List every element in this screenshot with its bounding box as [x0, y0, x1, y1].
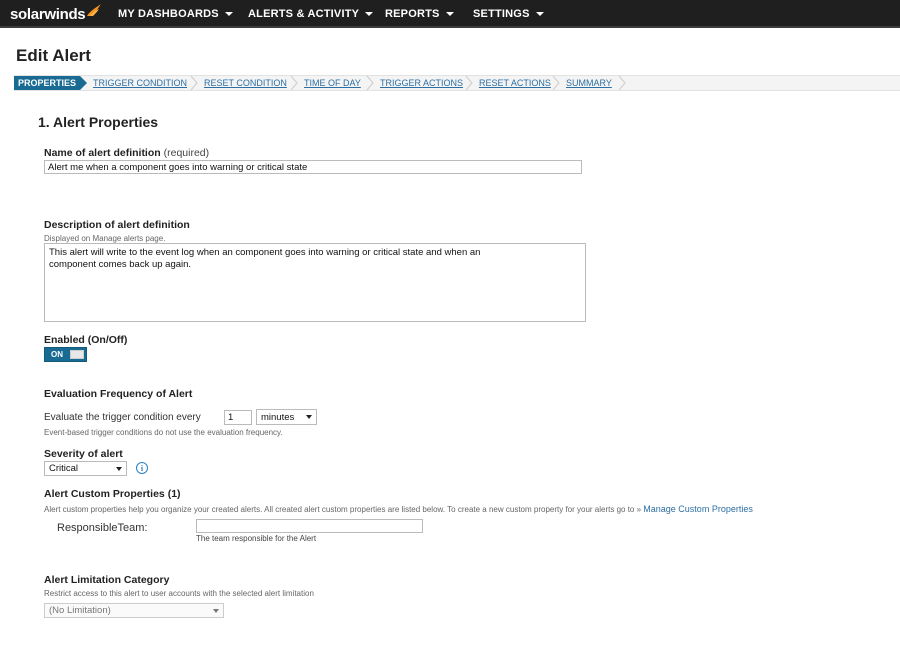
nav-reports[interactable]: REPORTS — [385, 0, 454, 28]
enabled-label: Enabled (On/Off) — [44, 334, 128, 346]
name-label-text: Name of alert definition — [44, 147, 161, 159]
severity-value: Critical — [49, 463, 79, 474]
custom-properties-hint: Alert custom properties help you organiz… — [44, 504, 753, 514]
evaluation-unit-select[interactable]: minutes — [256, 409, 317, 425]
limitation-label: Alert Limitation Category — [44, 574, 170, 586]
chevron-down-icon — [445, 12, 454, 16]
step-separator-icon — [366, 76, 374, 90]
custom-properties-hint-text: Alert custom properties help you organiz… — [44, 505, 642, 514]
step-separator-icon — [552, 76, 560, 90]
alert-name-input[interactable]: Alert me when a component goes into warn… — [44, 160, 582, 174]
evaluation-prefix: Evaluate the trigger condition every — [44, 412, 201, 423]
info-icon[interactable]: i — [136, 462, 148, 474]
evaluation-unit-value: minutes — [261, 411, 295, 423]
toggle-knob — [70, 350, 84, 359]
step-time-of-day[interactable]: TIME OF DAY — [304, 76, 361, 90]
step-separator-icon — [190, 76, 198, 90]
chevron-down-icon — [365, 12, 374, 16]
nav-label: SETTINGS — [473, 8, 530, 20]
chevron-down-icon — [535, 12, 544, 16]
description-hint: Displayed on Manage alerts page. — [44, 234, 166, 243]
step-properties[interactable]: PROPERTIES — [14, 76, 87, 90]
step-separator-icon — [618, 76, 626, 90]
step-trigger-actions[interactable]: TRIGGER ACTIONS — [380, 76, 463, 90]
limitation-value: (No Limitation) — [49, 605, 111, 616]
name-label: Name of alert definition (required) — [44, 147, 209, 159]
nav-label: ALERTS & ACTIVITY — [248, 8, 360, 20]
severity-select[interactable]: Critical — [44, 461, 127, 476]
toggle-state: ON — [51, 350, 63, 359]
custom-properties-label: Alert Custom Properties (1) — [44, 488, 181, 500]
responsible-team-input[interactable] — [196, 519, 423, 533]
responsible-team-hint: The team responsible for the Alert — [196, 534, 317, 543]
description-textarea[interactable]: This alert will write to the event log w… — [44, 243, 586, 322]
severity-label: Severity of alert — [44, 448, 123, 460]
nav-my-dashboards[interactable]: MY DASHBOARDS — [118, 0, 233, 28]
step-summary[interactable]: SUMMARY — [566, 76, 612, 90]
chevron-down-icon — [213, 608, 219, 613]
chevron-down-icon — [116, 466, 122, 471]
step-reset-actions[interactable]: RESET ACTIONS — [479, 76, 551, 90]
flame-icon — [87, 4, 102, 16]
description-label: Description of alert definition — [44, 219, 190, 231]
evaluation-label: Evaluation Frequency of Alert — [44, 388, 193, 400]
logo-text: solarwinds — [10, 5, 86, 23]
nav-label: REPORTS — [385, 8, 440, 20]
limitation-hint: Restrict access to this alert to user ac… — [44, 589, 314, 598]
step-trigger-condition[interactable]: TRIGGER CONDITION — [93, 76, 187, 90]
evaluation-hint: Event-based trigger conditions do not us… — [44, 428, 283, 437]
enabled-toggle[interactable]: ON — [44, 347, 87, 362]
nav-label: MY DASHBOARDS — [118, 8, 219, 20]
solarwinds-logo[interactable]: solarwinds — [10, 4, 102, 24]
required-text: (required) — [163, 147, 210, 159]
step-separator-icon — [465, 76, 473, 90]
page-title: Edit Alert — [16, 46, 91, 65]
responsible-team-label: ResponsibleTeam: — [57, 522, 148, 534]
top-nav-bar: solarwinds MY DASHBOARDS ALERTS & ACTIVI… — [0, 0, 900, 28]
limitation-select[interactable]: (No Limitation) — [44, 603, 224, 618]
evaluation-frequency-input[interactable]: 1 — [224, 410, 252, 425]
chevron-down-icon — [224, 12, 233, 16]
nav-alerts-activity[interactable]: ALERTS & ACTIVITY — [248, 0, 374, 28]
step-separator-icon — [290, 76, 298, 90]
step-reset-condition[interactable]: RESET CONDITION — [204, 76, 287, 90]
chevron-down-icon — [306, 415, 312, 419]
nav-settings[interactable]: SETTINGS — [473, 0, 544, 28]
manage-custom-properties-link[interactable]: Manage Custom Properties — [643, 504, 753, 514]
wizard-steps: PROPERTIES TRIGGER CONDITION RESET CONDI… — [14, 75, 900, 91]
section-title: 1. Alert Properties — [38, 114, 159, 130]
